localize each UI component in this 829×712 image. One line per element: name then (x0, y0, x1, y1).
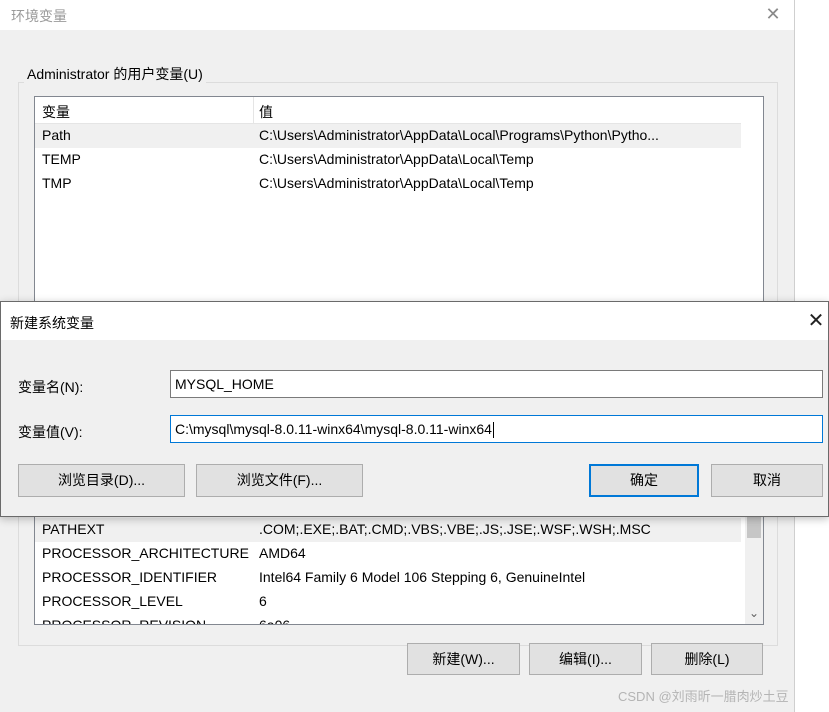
variable-name: PATHEXT (42, 521, 105, 537)
variable-value: Intel64 Family 6 Model 106 Stepping 6, G… (259, 569, 586, 585)
variable-name: Path (42, 127, 71, 143)
variable-value-input-text: C:\mysql\mysql-8.0.11-winx64\mysql-8.0.1… (175, 421, 492, 437)
variable-name: TEMP (42, 151, 81, 167)
cancel-button[interactable]: 取消 (711, 464, 823, 497)
variable-name: TMP (42, 175, 72, 191)
watermark: CSDN @刘雨昕一腊肉炒土豆 (618, 689, 789, 704)
variable-value: C:\Users\Administrator\AppData\Local\Tem… (259, 175, 534, 191)
variable-value: .COM;.EXE;.BAT;.CMD;.VBS;.VBE;.JS;.JSE;.… (259, 521, 651, 537)
delete-variable-button[interactable]: 删除(L) (651, 643, 763, 675)
table-row[interactable]: Path C:\Users\Administrator\AppData\Loca… (35, 124, 741, 148)
scrollbar-thumb[interactable] (747, 516, 761, 538)
list-header: 变量 值 (35, 97, 741, 124)
column-header-variable[interactable]: 变量 (42, 102, 70, 122)
chevron-down-icon[interactable]: ⌄ (745, 606, 763, 620)
dialog-title: 新建系统变量 (10, 315, 94, 331)
variable-name-label: 变量名(N): (18, 379, 84, 395)
user-variables-list[interactable]: 变量 值 Path C:\Users\Administrator\AppData… (34, 96, 764, 314)
browse-file-button[interactable]: 浏览文件(F)... (196, 464, 363, 497)
new-system-variable-dialog: 新建系统变量 ✕ 变量名(N): MYSQL_HOME 变量值(V): C:\m… (0, 301, 829, 517)
edit-variable-button[interactable]: 编辑(I)... (529, 643, 642, 675)
table-row[interactable]: PROCESSOR_IDENTIFIER Intel64 Family 6 Mo… (35, 566, 741, 590)
variable-name: PROCESSOR_ARCHITECTURE (42, 545, 249, 561)
variable-value-input[interactable]: C:\mysql\mysql-8.0.11-winx64\mysql-8.0.1… (170, 415, 823, 443)
ok-button[interactable]: 确定 (589, 464, 699, 497)
variable-value-label: 变量值(V): (18, 424, 83, 440)
close-icon[interactable]: ✕ (805, 310, 827, 332)
variable-value: 6 (259, 593, 267, 609)
variable-name: PROCESSOR_LEVEL (42, 593, 183, 609)
user-variables-group-label: Administrator 的用户变量(U) (24, 64, 206, 84)
variable-name: PROCESSOR_IDENTIFIER (42, 569, 218, 585)
title-bar: 环境变量 ✕ (0, 0, 794, 30)
variable-value: C:\Users\Administrator\AppData\Local\Tem… (259, 151, 534, 167)
system-variables-list[interactable]: PATHEXT .COM;.EXE;.BAT;.CMD;.VBS;.VBE;.J… (34, 505, 764, 625)
text-caret (492, 422, 494, 439)
dialog-title-bar: 新建系统变量 ✕ (1, 302, 828, 340)
table-row[interactable]: TEMP C:\Users\Administrator\AppData\Loca… (35, 148, 741, 172)
new-variable-button[interactable]: 新建(W)... (407, 643, 520, 675)
window-title: 环境变量 (11, 8, 67, 24)
variable-value: 6a06 (259, 617, 291, 625)
column-header-value[interactable]: 值 (259, 102, 273, 122)
close-icon[interactable]: ✕ (763, 4, 783, 24)
table-row[interactable]: PROCESSOR_ARCHITECTURE AMD64 (35, 542, 741, 566)
table-row[interactable]: PROCESSOR_REVISION 6a06 (35, 614, 741, 625)
variable-value: AMD64 (259, 545, 306, 561)
variable-value: C:\Users\Administrator\AppData\Local\Pro… (259, 127, 659, 143)
variable-name-input[interactable]: MYSQL_HOME (170, 370, 823, 398)
column-divider[interactable] (253, 97, 254, 123)
table-row[interactable]: PROCESSOR_LEVEL 6 (35, 590, 741, 614)
browse-directory-button[interactable]: 浏览目录(D)... (18, 464, 185, 497)
table-row[interactable]: PATHEXT .COM;.EXE;.BAT;.CMD;.VBS;.VBE;.J… (35, 518, 741, 542)
vertical-scrollbar[interactable]: ⌄ (745, 506, 763, 624)
variable-name-input-text: MYSQL_HOME (175, 376, 274, 392)
table-row[interactable]: TMP C:\Users\Administrator\AppData\Local… (35, 172, 741, 196)
variable-name: PROCESSOR_REVISION (42, 617, 207, 625)
